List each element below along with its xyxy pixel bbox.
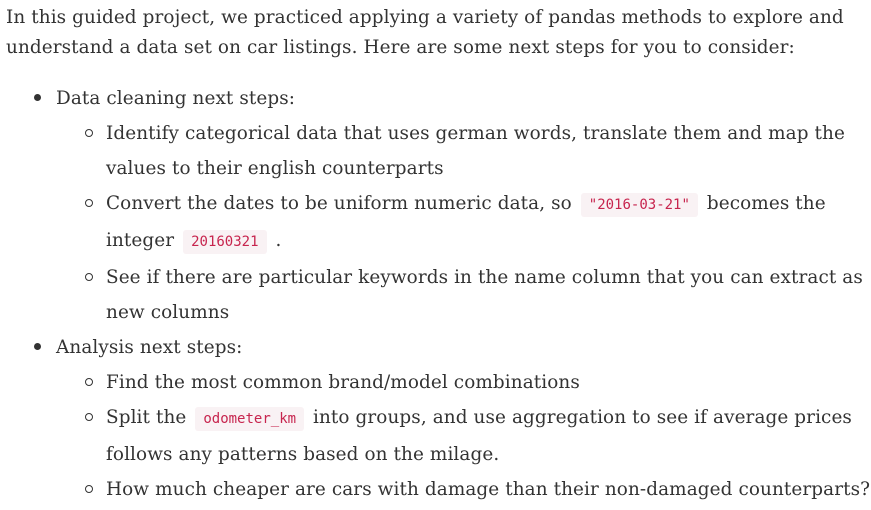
list-item-text: How much cheaper are cars with damage th…	[106, 479, 871, 500]
list-item: Convert the dates to be uniform numeric …	[56, 186, 871, 260]
list-item: Identify categorical data that uses germ…	[56, 116, 871, 186]
data-cleaning-steps: Identify categorical data that uses germ…	[56, 116, 871, 330]
circle-bullet-icon	[85, 485, 93, 493]
circle-bullet-icon	[85, 413, 93, 421]
circle-bullet-icon	[85, 129, 93, 137]
list-item-text: .	[269, 230, 282, 251]
list-item-text: Find the most common brand/model combina…	[106, 372, 580, 393]
list-item-text: Convert the dates to be uniform numeric …	[106, 193, 578, 214]
document-body: In this guided project, we practiced app…	[0, 0, 871, 507]
analysis-steps: Find the most common brand/model combina…	[56, 365, 871, 507]
list-item: See if there are particular keywords in …	[56, 260, 871, 330]
circle-bullet-icon	[85, 378, 93, 386]
circle-bullet-icon	[85, 273, 93, 281]
section-analysis: Analysis next steps: Find the most commo…	[6, 330, 871, 507]
list-item: Split the odometer_km into groups, and u…	[56, 400, 871, 472]
inline-code: odometer_km	[195, 407, 305, 431]
intro-paragraph: In this guided project, we practiced app…	[6, 7, 844, 58]
inline-code: 20160321	[183, 230, 267, 254]
next-steps-list: Data cleaning next steps: Identify categ…	[6, 81, 871, 507]
section-label: Analysis next steps:	[56, 337, 243, 358]
section-data-cleaning: Data cleaning next steps: Identify categ…	[6, 81, 871, 330]
list-item: Find the most common brand/model combina…	[56, 365, 871, 400]
list-item-text: Split the	[106, 407, 193, 428]
circle-bullet-icon	[85, 199, 93, 207]
section-label: Data cleaning next steps:	[56, 88, 296, 109]
list-item: How much cheaper are cars with damage th…	[56, 472, 871, 507]
bullet-icon	[34, 343, 41, 350]
list-item-text: Identify categorical data that uses germ…	[106, 123, 845, 179]
bullet-icon	[34, 94, 41, 101]
inline-code: "2016-03-21"	[580, 193, 698, 217]
list-item-text: See if there are particular keywords in …	[106, 267, 863, 323]
